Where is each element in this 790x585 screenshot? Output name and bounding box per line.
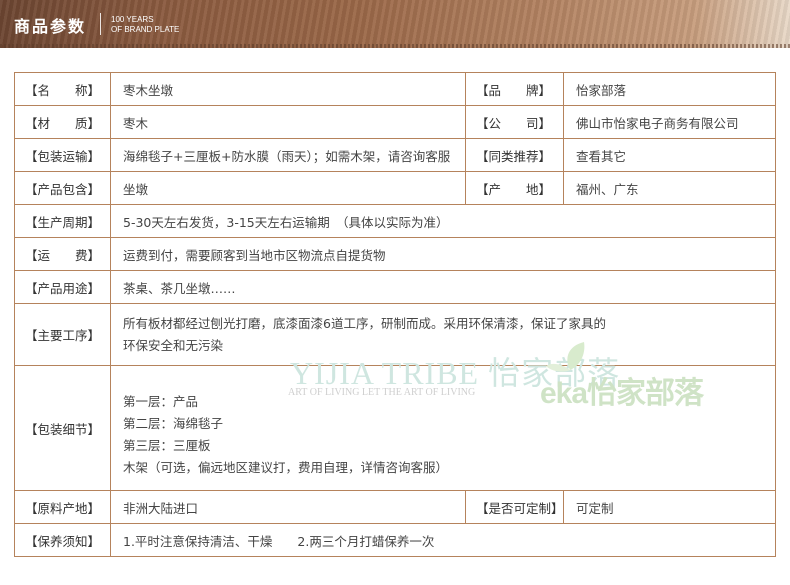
value-material: 枣木	[110, 105, 466, 139]
label-material-origin: 【原料产地】	[14, 490, 111, 524]
label-customizable: 【是否可定制】	[465, 490, 564, 524]
value-contents: 坐墩	[110, 171, 466, 205]
table-row: 【材 质】 枣木 【公 司】 佛山市怡家电子商务有限公司	[14, 105, 776, 139]
table-row: 【名 称】 枣木坐墩 【品 牌】 怡家部落	[14, 72, 776, 106]
value-freight: 运费到付，需要顾客到当地市区物流点自提货物	[110, 237, 776, 271]
value-origin-place: 福州、广东	[563, 171, 776, 205]
value-packing-detail: 第一层：产品 第二层：海绵毯子 第三层：三厘板 木架（可选，偏远地区建议打，费用…	[110, 365, 776, 491]
table-row: 【包装细节】 第一层：产品 第二层：海绵毯子 第三层：三厘板 木架（可选，偏远地…	[14, 365, 776, 491]
label-packing-detail: 【包装细节】	[14, 365, 111, 491]
product-params-table: 【名 称】 枣木坐墩 【品 牌】 怡家部落 【材 质】 枣木 【公 司】 佛山市…	[14, 72, 776, 557]
label-brand: 【品 牌】	[465, 72, 564, 106]
packing-line: 第二层：海绵毯子	[123, 416, 224, 431]
banner-subtitle-line2: OF BRAND PLATE	[111, 25, 180, 34]
value-cycle: 5-30天左右发货，3-15天左右运输期 （具体以实际为准）	[110, 204, 776, 238]
section-title: 商品参数	[14, 17, 87, 36]
packing-line: 木架（可选，偏远地区建议打，费用自理，详情咨询客服）	[123, 460, 449, 475]
banner-divider	[100, 13, 101, 35]
label-usage: 【产品用途】	[14, 270, 111, 304]
packing-line: 第三层：三厘板	[123, 438, 211, 453]
table-row: 【保养须知】 1.平时注意保持清洁、干燥 2.两三个月打蜡保养一次	[14, 523, 776, 557]
value-process: 所有板材都经过刨光打磨，底漆面漆6道工序，研制而成。采用环保清漆，保证了家具的 …	[110, 303, 776, 366]
packing-line: 第一层：产品	[123, 394, 199, 409]
label-origin-place: 【产 地】	[465, 171, 564, 205]
value-brand: 怡家部落	[563, 72, 776, 106]
table-row: 【主要工序】 所有板材都经过刨光打磨，底漆面漆6道工序，研制而成。采用环保清漆，…	[14, 303, 776, 366]
table-row: 【产品用途】 茶桌、茶几坐墩……	[14, 270, 776, 304]
label-care: 【保养须知】	[14, 523, 111, 557]
label-cycle: 【生产周期】	[14, 204, 111, 238]
banner-decoration	[0, 44, 790, 48]
label-name: 【名 称】	[14, 72, 111, 106]
value-customizable: 可定制	[563, 490, 776, 524]
label-company: 【公 司】	[465, 105, 564, 139]
banner-subtitle: 100 YEARS OF BRAND PLATE	[111, 15, 179, 35]
label-contents: 【产品包含】	[14, 171, 111, 205]
banner-subtitle-line1: 100 YEARS	[111, 15, 154, 24]
similar-link[interactable]: 查看其它	[563, 138, 776, 172]
label-similar: 【同类推荐】	[465, 138, 564, 172]
value-name: 枣木坐墩	[110, 72, 466, 106]
table-row: 【运 费】 运费到付，需要顾客到当地市区物流点自提货物	[14, 237, 776, 271]
process-line: 环保安全和无污染	[123, 337, 224, 353]
value-care: 1.平时注意保持清洁、干燥 2.两三个月打蜡保养一次	[110, 523, 776, 557]
label-material: 【材 质】	[14, 105, 111, 139]
table-row: 【产品包含】 坐墩 【产 地】 福州、广东	[14, 171, 776, 205]
value-company: 佛山市怡家电子商务有限公司	[563, 105, 776, 139]
table-row: 【包装运输】 海绵毯子+三厘板+防水膜（雨天）；如需木架，请咨询客服 【同类推荐…	[14, 138, 776, 172]
label-freight: 【运 费】	[14, 237, 111, 271]
value-material-origin: 非洲大陆进口	[110, 490, 466, 524]
label-process: 【主要工序】	[14, 303, 111, 366]
value-shipping-pack: 海绵毯子+三厘板+防水膜（雨天）；如需木架，请咨询客服	[110, 138, 466, 172]
process-line: 所有板材都经过刨光打磨，底漆面漆6道工序，研制而成。采用环保清漆，保证了家具的	[123, 315, 606, 331]
table-row: 【生产周期】 5-30天左右发货，3-15天左右运输期 （具体以实际为准）	[14, 204, 776, 238]
label-shipping-pack: 【包装运输】	[14, 138, 111, 172]
value-usage: 茶桌、茶几坐墩……	[110, 270, 776, 304]
table-row: 【原料产地】 非洲大陆进口 【是否可定制】 可定制	[14, 490, 776, 524]
section-banner: 商品参数 100 YEARS OF BRAND PLATE	[0, 0, 790, 48]
